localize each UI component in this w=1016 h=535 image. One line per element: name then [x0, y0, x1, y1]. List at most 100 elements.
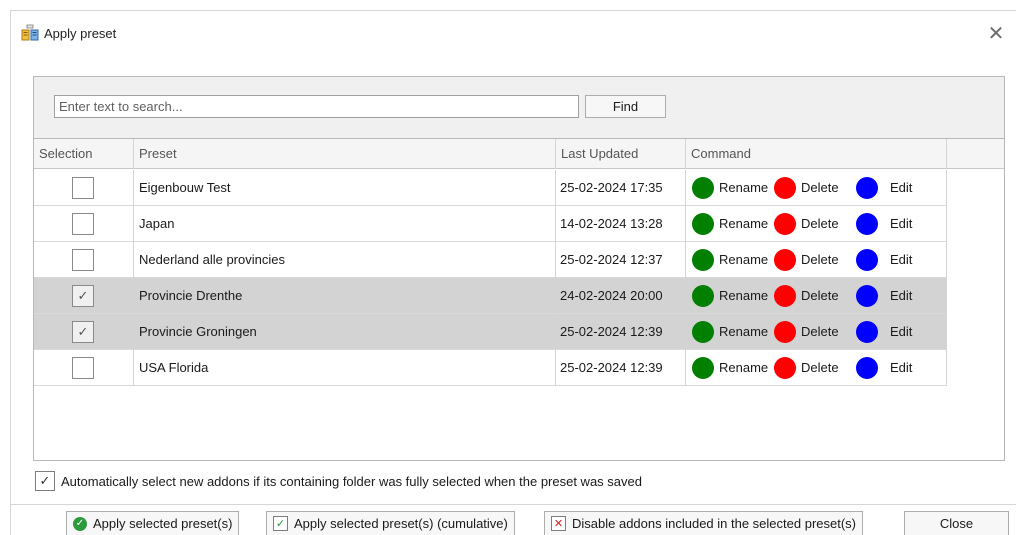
row-checkbox[interactable] [72, 249, 94, 271]
selection-cell: ✓ [34, 314, 134, 350]
row-checkbox[interactable]: ✓ [72, 321, 94, 343]
checkbox-checked-icon: ✓ [273, 516, 288, 531]
delete-command-label: Delete [801, 180, 839, 195]
row-checkbox[interactable]: ✓ [72, 285, 94, 307]
rename-command[interactable]: Rename [692, 170, 768, 206]
table-row[interactable]: Japan 14-02-2024 13:28 Rename Delete Edit [34, 206, 947, 242]
close-icon[interactable]: ✕ [982, 19, 1010, 47]
table-row[interactable]: Nederland alle provincies 25-02-2024 12:3… [34, 242, 947, 278]
delete-command[interactable]: Delete [774, 170, 839, 206]
rename-command[interactable]: Rename [692, 278, 768, 314]
close-label: Close [939, 516, 974, 531]
delete-command[interactable]: Delete [774, 314, 839, 350]
delete-command[interactable]: Delete [774, 278, 839, 314]
rename-command-label: Rename [719, 252, 769, 267]
row-checkbox[interactable] [72, 213, 94, 235]
rename-command[interactable]: Rename [692, 206, 768, 242]
preset-name: Provincie Groningen [134, 314, 556, 350]
close-button[interactable]: Close [904, 511, 1009, 535]
last-updated: 24-02-2024 20:00 [556, 278, 686, 314]
title-bar: Apply preset ✕ [11, 11, 1016, 55]
column-header-command[interactable]: Command [686, 139, 947, 169]
selection-cell [34, 206, 134, 242]
preset-name: Japan [134, 206, 556, 242]
last-updated: 25-02-2024 17:35 [556, 170, 686, 206]
delete-dot-icon [774, 249, 796, 271]
command-cell: Rename Delete Edit [686, 278, 947, 314]
delete-dot-icon [774, 357, 796, 379]
apply-preset-dialog: Apply preset ✕ Find Selection Preset Las… [10, 10, 1016, 535]
edit-dot-icon [856, 249, 878, 271]
search-bar: Find [34, 77, 1004, 138]
preset-name: Nederland alle provincies [134, 242, 556, 278]
edit-dot-icon [856, 213, 878, 235]
last-updated: 25-02-2024 12:39 [556, 314, 686, 350]
command-cell: Rename Delete Edit [686, 314, 947, 350]
preset-panel: Find Selection Preset Last Updated Comma… [33, 76, 1005, 461]
apply-selected-button[interactable]: ✓ Apply selected preset(s) [66, 511, 240, 535]
command-cell: Rename Delete Edit [686, 206, 947, 242]
disable-addons-button[interactable]: ✕ Disable addons included in the selecte… [544, 511, 864, 535]
edit-dot-icon [856, 177, 878, 199]
rename-dot-icon [692, 249, 714, 271]
rename-dot-icon [692, 285, 714, 307]
edit-command[interactable]: Edit [856, 170, 912, 206]
delete-command-label: Delete [801, 252, 839, 267]
selection-cell [34, 170, 134, 206]
preset-grid: Selection Preset Last Updated Command Ei… [34, 138, 1004, 460]
rename-command[interactable]: Rename [692, 242, 768, 278]
edit-command[interactable]: Edit [856, 206, 912, 242]
selection-cell [34, 350, 134, 386]
delete-command-label: Delete [801, 288, 839, 303]
row-checkbox[interactable] [72, 357, 94, 379]
grid-header: Selection Preset Last Updated Command [34, 139, 1004, 169]
column-header-last-updated[interactable]: Last Updated [556, 139, 686, 169]
delete-command-label: Delete [801, 360, 839, 375]
command-cell: Rename Delete Edit [686, 350, 947, 386]
edit-dot-icon [856, 357, 878, 379]
check-circle-icon: ✓ [73, 516, 87, 531]
row-checkbox[interactable] [72, 177, 94, 199]
table-row[interactable]: ✓ Provincie Drenthe 24-02-2024 20:00 Rename… [34, 278, 947, 314]
disable-addons-label: Disable addons included in the selected … [572, 516, 857, 531]
column-header-selection[interactable]: Selection [34, 139, 134, 169]
window-title: Apply preset [44, 26, 117, 41]
command-cell: Rename Delete Edit [686, 170, 947, 206]
rename-command-label: Rename [719, 288, 769, 303]
preset-name: USA Florida [134, 350, 556, 386]
selection-cell: ✓ [34, 278, 134, 314]
delete-dot-icon [774, 177, 796, 199]
edit-command[interactable]: Edit [856, 314, 912, 350]
edit-command-label: Edit [890, 216, 913, 231]
last-updated: 25-02-2024 12:37 [556, 242, 686, 278]
selection-cell [34, 242, 134, 278]
auto-select-checkbox[interactable]: ✓ [35, 471, 55, 491]
edit-command[interactable]: Edit [856, 350, 912, 386]
auto-select-option: ✓ Automatically select new addons if its… [35, 470, 642, 492]
table-row[interactable]: USA Florida 25-02-2024 12:39 Rename Delete E… [34, 350, 947, 386]
table-row[interactable]: Eigenbouw Test 25-02-2024 17:35 Rename Dele… [34, 170, 947, 206]
rename-dot-icon [692, 213, 714, 235]
rename-command-label: Rename [719, 216, 769, 231]
column-header-preset[interactable]: Preset [134, 139, 556, 169]
rename-command[interactable]: Rename [692, 350, 768, 386]
edit-command-label: Edit [890, 324, 913, 339]
delete-command[interactable]: Delete [774, 350, 839, 386]
edit-command[interactable]: Edit [856, 278, 912, 314]
apply-cumulative-button[interactable]: ✓ Apply selected preset(s) (cumulative) [266, 511, 515, 535]
last-updated: 25-02-2024 12:39 [556, 350, 686, 386]
delete-dot-icon [774, 213, 796, 235]
find-button[interactable]: Find [585, 95, 666, 118]
edit-command[interactable]: Edit [856, 242, 912, 278]
rename-dot-icon [692, 321, 714, 343]
rename-command-label: Rename [719, 324, 769, 339]
table-row[interactable]: ✓ Provincie Groningen 25-02-2024 12:39 Rena… [34, 314, 947, 350]
rename-command-label: Rename [719, 180, 769, 195]
delete-command[interactable]: Delete [774, 242, 839, 278]
auto-select-label: Automatically select new addons if its c… [61, 473, 642, 489]
delete-command[interactable]: Delete [774, 206, 839, 242]
search-input[interactable] [54, 95, 579, 118]
preset-window-icon [21, 24, 39, 41]
rename-command[interactable]: Rename [692, 314, 768, 350]
apply-selected-label: Apply selected preset(s) [93, 516, 233, 531]
